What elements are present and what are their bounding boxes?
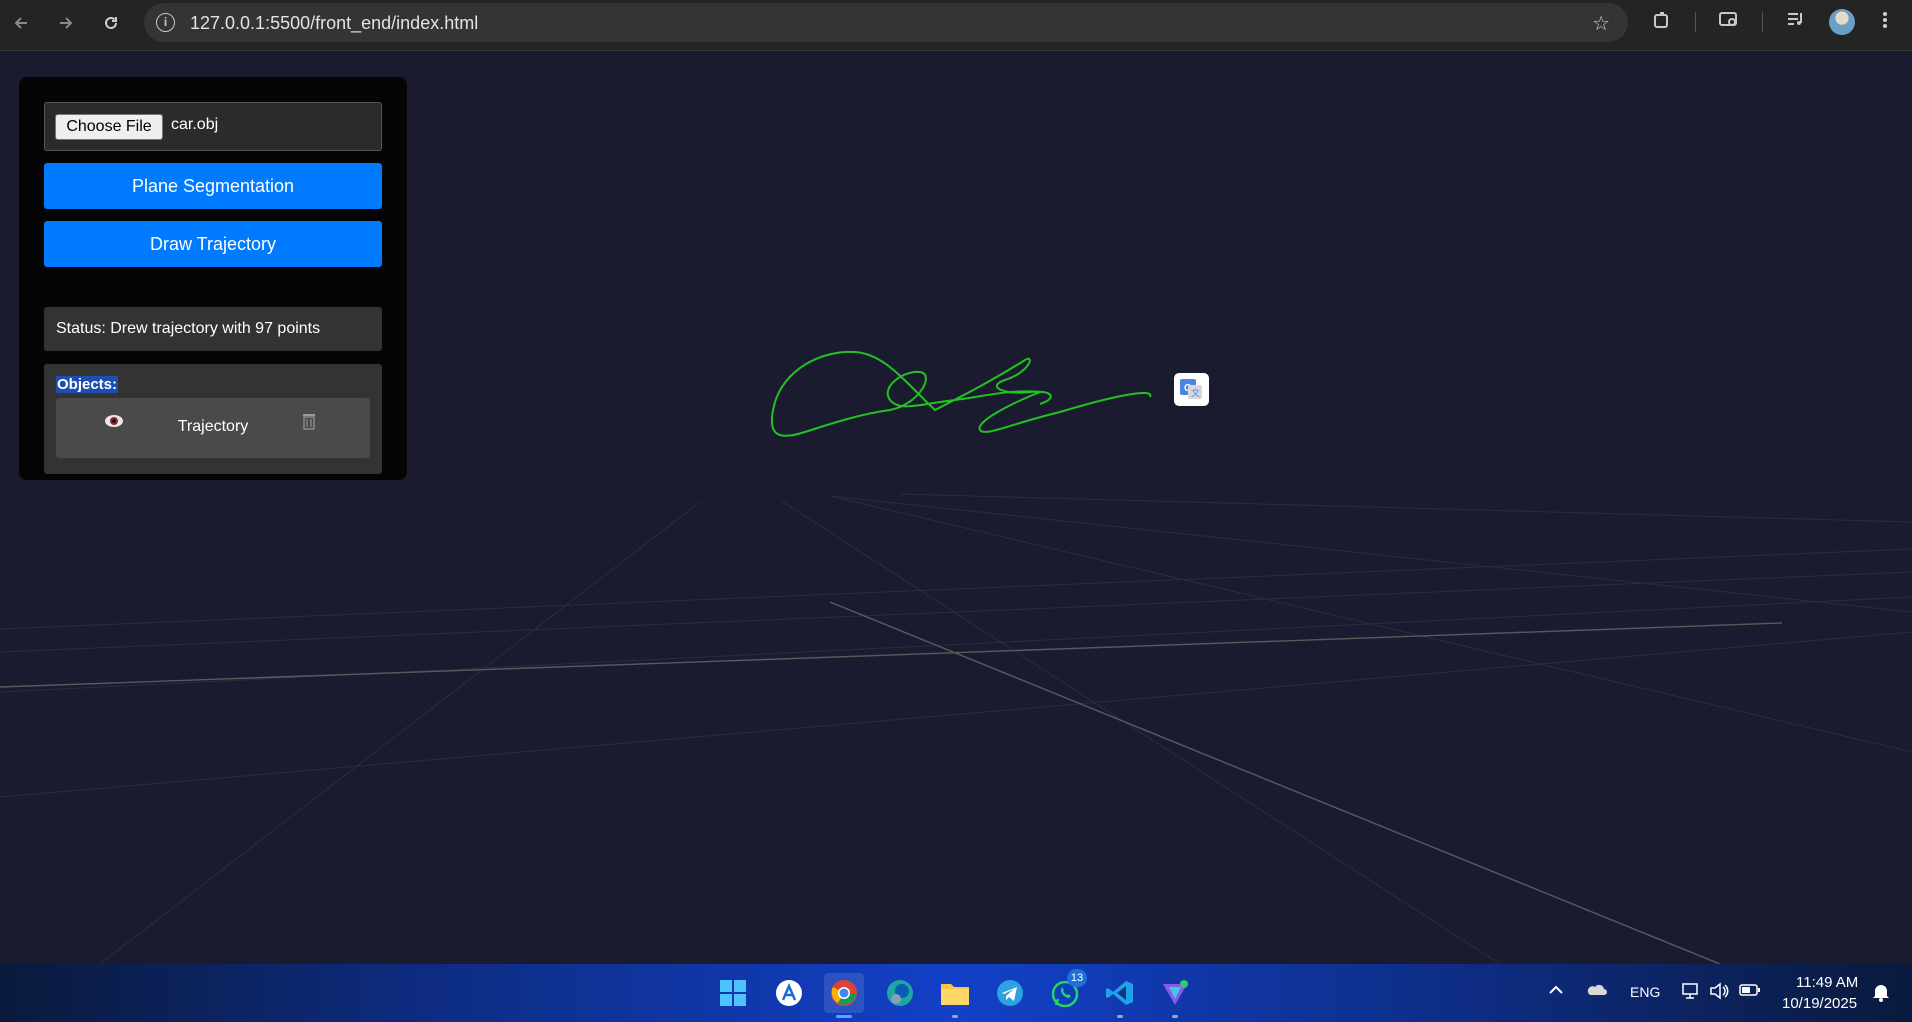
axis-lines <box>0 601 1783 964</box>
bookmark-star-icon[interactable]: ☆ <box>1592 11 1610 36</box>
selected-file-name: car.obj <box>171 116 219 133</box>
running-indicator <box>1117 1015 1123 1018</box>
ground-grid <box>0 493 1912 964</box>
active-indicator <box>836 1015 852 1018</box>
edge-icon[interactable] <box>880 973 920 1013</box>
network-icon[interactable] <box>1681 982 1701 1004</box>
volume-icon[interactable] <box>1709 982 1729 1004</box>
reload-icon[interactable] <box>96 8 126 38</box>
clock-time[interactable]: 11:49 AM <box>1796 974 1858 991</box>
menu-kebab-icon[interactable] <box>1882 10 1888 35</box>
3d-viewport[interactable]: Choose File car.obj Plane Segmentation D… <box>0 52 1912 964</box>
forward-icon[interactable] <box>51 8 81 38</box>
control-panel: Choose File car.obj Plane Segmentation D… <box>19 77 407 480</box>
objects-list: Objects: Trajectory <box>44 364 382 474</box>
address-bar[interactable]: i 127.0.0.1:5500/front_end/index.html ☆ <box>144 3 1628 42</box>
list-item[interactable]: Trajectory <box>56 398 370 458</box>
url-text: 127.0.0.1:5500/front_end/index.html <box>190 13 479 33</box>
media-controls-icon[interactable] <box>1786 10 1806 33</box>
clock-date[interactable]: 10/19/2025 <box>1782 995 1857 1012</box>
toolbar-divider <box>1762 12 1763 32</box>
notifications-icon[interactable] <box>1871 982 1891 1006</box>
plane-segmentation-button[interactable]: Plane Segmentation <box>44 163 382 209</box>
running-indicator <box>1172 1015 1178 1018</box>
draw-trajectory-button[interactable]: Draw Trajectory <box>44 221 382 267</box>
object-label: Trajectory <box>177 418 249 435</box>
vscode-icon[interactable] <box>1100 973 1140 1018</box>
battery-icon[interactable] <box>1739 983 1761 1001</box>
extensions-icon[interactable] <box>1652 10 1672 35</box>
language-indicator[interactable]: ENG <box>1630 984 1660 1000</box>
svg-text:文: 文 <box>1191 387 1200 398</box>
notification-badge: 13 <box>1067 969 1087 987</box>
choose-file-button[interactable]: Choose File <box>55 114 163 140</box>
windows-taskbar: 13 ENG 11:49 AM 10/19/2025 <box>0 964 1912 1022</box>
back-icon[interactable] <box>6 8 36 38</box>
app-store-icon[interactable] <box>769 973 809 1013</box>
cast-search-icon[interactable] <box>1718 10 1740 35</box>
telegram-icon[interactable] <box>990 973 1030 1013</box>
chevron-up-icon[interactable] <box>1548 982 1564 999</box>
toolbar-divider <box>1695 12 1696 32</box>
profile-avatar[interactable] <box>1829 9 1855 35</box>
chrome-icon[interactable] <box>824 973 864 1018</box>
file-explorer-icon[interactable] <box>935 973 975 1018</box>
onedrive-icon[interactable] <box>1585 982 1607 1000</box>
whatsapp-icon[interactable]: 13 <box>1045 969 1087 1013</box>
file-input[interactable]: Choose File car.obj <box>44 102 382 151</box>
translate-icon[interactable]: G 文 <box>1174 373 1209 406</box>
status-text: Status: Drew trajectory with 97 points <box>44 307 382 351</box>
objects-title: Objects: <box>56 376 119 393</box>
trajectory-path <box>770 350 1152 437</box>
trash-icon[interactable] <box>301 412 317 430</box>
vpn-icon[interactable] <box>1155 973 1195 1018</box>
running-indicator <box>952 1015 958 1018</box>
site-info-icon[interactable]: i <box>156 13 175 32</box>
start-icon[interactable] <box>713 973 753 1013</box>
browser-toolbar: i 127.0.0.1:5500/front_end/index.html ☆ <box>0 0 1912 51</box>
